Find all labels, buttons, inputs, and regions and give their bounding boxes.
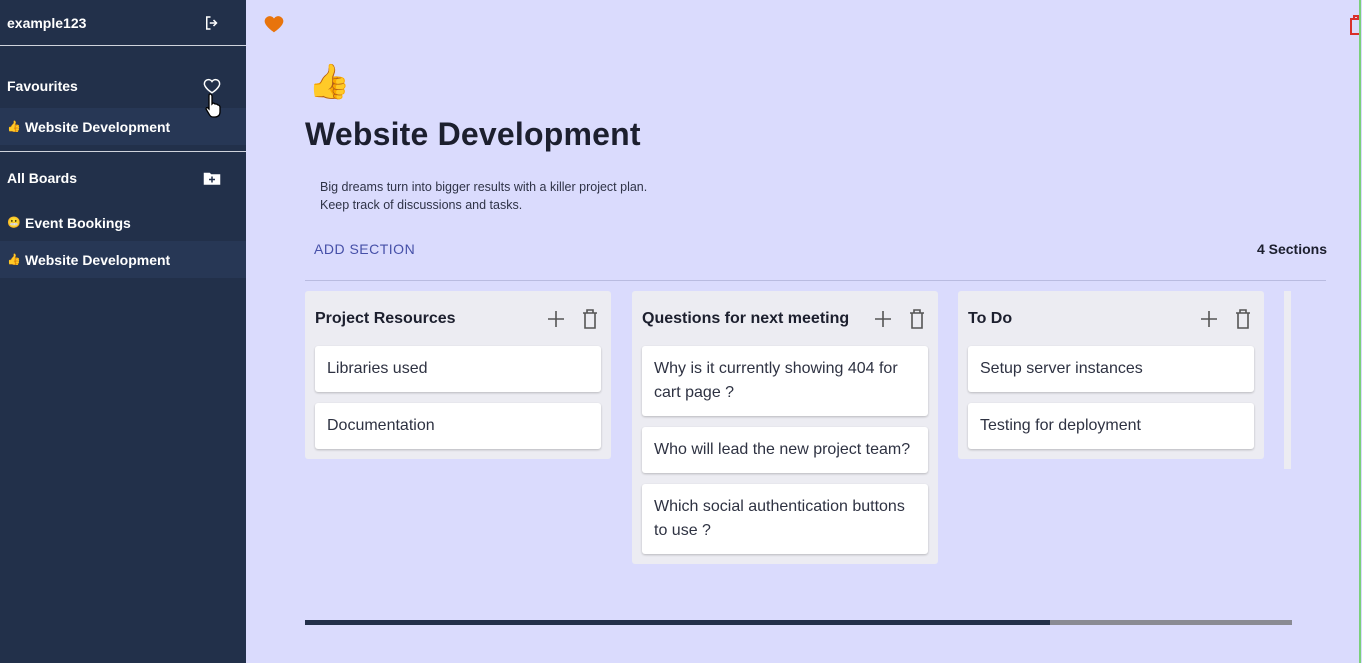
section-title[interactable]: Questions for next meeting bbox=[642, 310, 849, 328]
all-boards-header: All Boards bbox=[0, 152, 246, 204]
board-item-label: Event Bookings bbox=[25, 214, 131, 231]
board-title[interactable]: Website Development bbox=[305, 116, 641, 153]
pointer-cursor-icon bbox=[205, 93, 221, 118]
folder-add-icon[interactable] bbox=[202, 168, 222, 188]
trash-icon[interactable] bbox=[1232, 308, 1254, 330]
task-card[interactable]: Documentation bbox=[315, 403, 601, 449]
board-item[interactable]: 👍 Website Development bbox=[0, 241, 246, 278]
task-card[interactable]: Testing for deployment bbox=[968, 403, 1254, 449]
all-boards-title: All Boards bbox=[7, 170, 78, 186]
task-card[interactable]: Libraries used bbox=[315, 346, 601, 392]
trash-icon[interactable] bbox=[579, 308, 601, 330]
plus-icon[interactable] bbox=[1198, 308, 1220, 330]
heart-icon[interactable] bbox=[263, 13, 285, 35]
plus-icon[interactable] bbox=[872, 308, 894, 330]
board-emoji[interactable]: 👍 bbox=[308, 62, 350, 102]
section-column: To Do Setup server instances Testing for… bbox=[958, 291, 1264, 459]
boards-list: 😬 Event Bookings 👍 Website Development bbox=[0, 204, 246, 278]
divider bbox=[305, 280, 1326, 281]
username: example123 bbox=[7, 14, 87, 31]
board-emoji: 👍 bbox=[7, 254, 21, 266]
user-header: example123 bbox=[0, 0, 246, 46]
section-title[interactable]: To Do bbox=[968, 310, 1012, 328]
section-title[interactable]: Project Resources bbox=[315, 310, 456, 328]
window-edge bbox=[1359, 0, 1361, 663]
section-count: 4 Sections bbox=[1256, 241, 1327, 257]
task-card[interactable]: Who will lead the new project team? bbox=[642, 427, 928, 473]
add-section-button[interactable]: ADD SECTION bbox=[314, 241, 415, 257]
description-line: Keep track of discussions and tasks. bbox=[320, 198, 523, 212]
logout-icon[interactable] bbox=[202, 13, 222, 33]
favourite-item-label: Website Development bbox=[25, 118, 171, 135]
section-column: Questions for next meeting Why is it cur… bbox=[632, 291, 938, 564]
board-emoji: 😬 bbox=[7, 217, 21, 229]
section-header: Questions for next meeting bbox=[642, 291, 928, 346]
board-emoji: 👍 bbox=[7, 121, 21, 133]
board-view: 👍 Website Development Big dreams turn in… bbox=[246, 0, 1362, 663]
trash-icon[interactable] bbox=[906, 308, 928, 330]
board-description[interactable]: Big dreams turn into bigger results with… bbox=[320, 178, 647, 214]
plus-icon[interactable] bbox=[545, 308, 567, 330]
task-card[interactable]: Why is it currently showing 404 for cart… bbox=[642, 346, 928, 416]
scrollbar-thumb[interactable] bbox=[305, 620, 1050, 625]
section-header: To Do bbox=[968, 291, 1254, 346]
section-column-partial bbox=[1284, 291, 1291, 469]
task-card[interactable]: Setup server instances bbox=[968, 346, 1254, 392]
board-item[interactable]: 😬 Event Bookings bbox=[0, 204, 246, 241]
section-header: Project Resources bbox=[315, 291, 601, 346]
section-column: Project Resources Libraries used Documen… bbox=[305, 291, 611, 459]
task-card[interactable]: Which social authentication buttons to u… bbox=[642, 484, 928, 554]
favourites-title: Favourites bbox=[7, 78, 78, 94]
description-line: Big dreams turn into bigger results with… bbox=[320, 180, 648, 194]
board-item-label: Website Development bbox=[25, 251, 171, 268]
